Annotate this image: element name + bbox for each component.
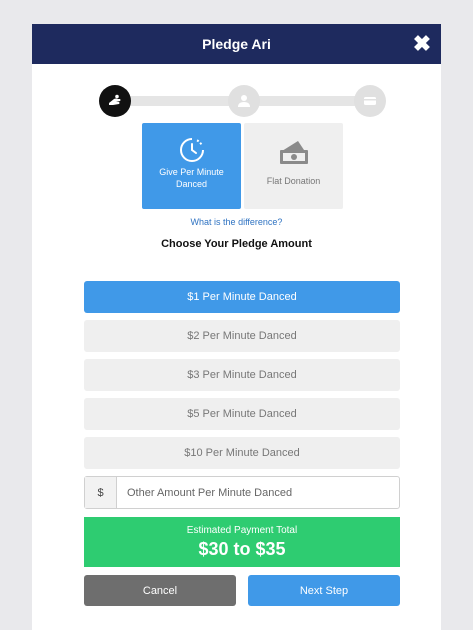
estimated-total-value: $30 to $35: [198, 539, 286, 559]
difference-link[interactable]: What is the difference?: [32, 217, 441, 227]
currency-addon: $: [85, 477, 117, 508]
pledge-type-label: Flat Donation: [266, 176, 321, 186]
other-amount-field: $: [84, 476, 400, 509]
modal-title: Pledge Ari: [202, 36, 271, 52]
card-icon: [364, 97, 376, 105]
pledge-type-flat[interactable]: Flat Donation: [244, 123, 343, 209]
pledge-type-label: Give Per Minute Danced: [159, 167, 224, 189]
section-title: Choose Your Pledge Amount: [161, 238, 312, 250]
pledge-option-1[interactable]: $1 Per Minute Danced: [84, 281, 400, 313]
cancel-button[interactable]: Cancel: [84, 575, 236, 606]
estimated-total-label: Estimated Payment Total: [186, 525, 298, 536]
pledge-option-10[interactable]: $10 Per Minute Danced: [84, 437, 400, 469]
step-payment[interactable]: [354, 85, 386, 117]
user-icon: [238, 95, 250, 107]
next-step-button[interactable]: Next Step: [248, 575, 400, 606]
step-donor-info[interactable]: [228, 85, 260, 117]
pledge-modal: Pledge Ari ✖ Give Per Minute Danced Flat…: [32, 24, 441, 630]
modal-header: Pledge Ari ✖: [32, 24, 441, 64]
estimated-total-panel: Estimated Payment Total $30 to $35: [84, 517, 400, 567]
pledge-option-3[interactable]: $3 Per Minute Danced: [84, 359, 400, 391]
pledge-type-per-minute[interactable]: Give Per Minute Danced: [142, 123, 241, 209]
step-pledge[interactable]: [99, 85, 131, 117]
other-amount-input[interactable]: [117, 477, 399, 508]
cash-icon: [244, 137, 343, 167]
hand-icon: [109, 94, 121, 105]
close-icon[interactable]: ✖: [409, 31, 435, 57]
clock-icon: [142, 135, 241, 165]
pledge-option-2[interactable]: $2 Per Minute Danced: [84, 320, 400, 352]
pledge-option-5[interactable]: $5 Per Minute Danced: [84, 398, 400, 430]
